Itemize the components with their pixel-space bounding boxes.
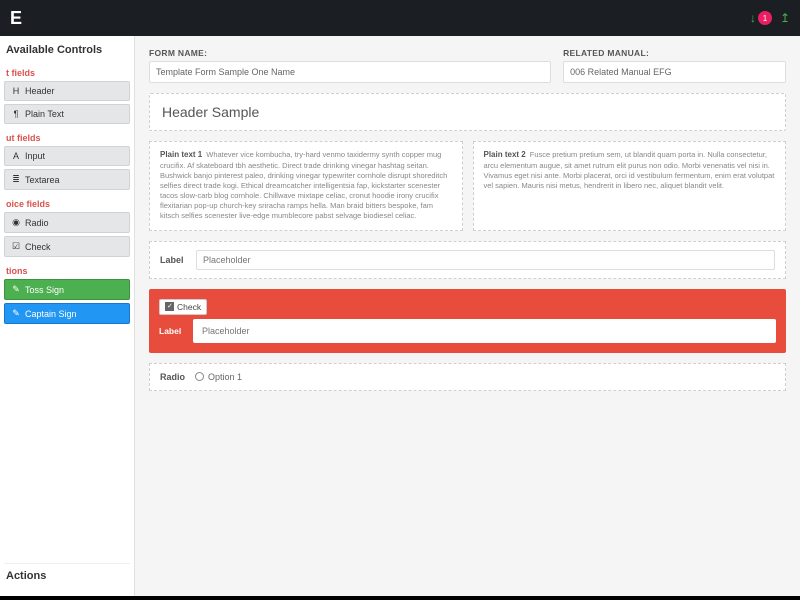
control-check[interactable]: ☑Check xyxy=(4,236,130,257)
input-field-block[interactable]: Label xyxy=(149,241,786,279)
check-row-label: Label xyxy=(159,326,187,336)
control-radio[interactable]: ◉Radio xyxy=(4,212,130,233)
category-text-fields: t fields xyxy=(6,68,130,78)
radio-option-1[interactable]: Option 1 xyxy=(195,372,242,382)
radio-icon: ◉ xyxy=(11,217,21,228)
check-tag[interactable]: Check xyxy=(159,299,207,315)
plaintext-icon: ¶ xyxy=(11,109,21,119)
form-canvas: FORM NAME: RELATED MANUAL: Header Sample… xyxy=(135,36,800,596)
related-manual-label: RELATED MANUAL: xyxy=(563,48,786,58)
textarea-icon: ≣ xyxy=(11,174,21,185)
radio-icon xyxy=(195,372,204,381)
form-name-input[interactable] xyxy=(149,61,551,83)
category-actions: tions xyxy=(6,266,130,276)
bottom-border xyxy=(0,596,800,600)
sign-icon: ✎ xyxy=(11,284,21,295)
top-bar: E ↓1 ↥ xyxy=(0,0,800,36)
check-icon: ☑ xyxy=(11,241,21,252)
sign-icon: ✎ xyxy=(11,308,21,319)
checkbox-icon xyxy=(165,302,174,311)
category-input-fields: ut fields xyxy=(6,133,130,143)
sync-down-indicator[interactable]: ↓1 xyxy=(750,11,772,25)
sidebar-footer-actions: Actions xyxy=(4,563,130,588)
control-toss-sign[interactable]: ✎Toss Sign xyxy=(4,279,130,300)
control-plain-text[interactable]: ¶Plain Text xyxy=(4,104,130,124)
check-placeholder-input[interactable] xyxy=(193,319,776,343)
plain-text-block-2[interactable]: Plain text 2Fusce pretium pretium sem, u… xyxy=(473,141,787,231)
header-sample-block[interactable]: Header Sample xyxy=(149,93,786,131)
check-field-block-selected[interactable]: Check Label xyxy=(149,289,786,353)
related-manual-input[interactable] xyxy=(563,61,786,83)
input-placeholder-field[interactable] xyxy=(196,250,775,270)
radio-field-block[interactable]: Radio Option 1 xyxy=(149,363,786,391)
radio-label: Radio xyxy=(160,372,185,382)
arrow-down-icon: ↓ xyxy=(750,11,756,25)
control-input[interactable]: AInput xyxy=(4,146,130,166)
plain-text-block-1[interactable]: Plain text 1Whatever vice kombucha, try-… xyxy=(149,141,463,231)
header-icon: H xyxy=(11,86,21,96)
notification-badge: 1 xyxy=(758,11,772,25)
controls-sidebar: Available Controls t fields HHeader ¶Pla… xyxy=(0,36,135,596)
app-logo: E xyxy=(10,8,22,29)
control-header[interactable]: HHeader xyxy=(4,81,130,101)
control-textarea[interactable]: ≣Textarea xyxy=(4,169,130,190)
input-icon: A xyxy=(11,151,21,161)
category-choice-fields: oice fields xyxy=(6,199,130,209)
sync-up-icon[interactable]: ↥ xyxy=(780,11,790,25)
sidebar-title: Available Controls xyxy=(4,44,130,56)
form-name-label: FORM NAME: xyxy=(149,48,551,58)
input-label: Label xyxy=(160,255,188,265)
control-captain-sign[interactable]: ✎Captain Sign xyxy=(4,303,130,324)
